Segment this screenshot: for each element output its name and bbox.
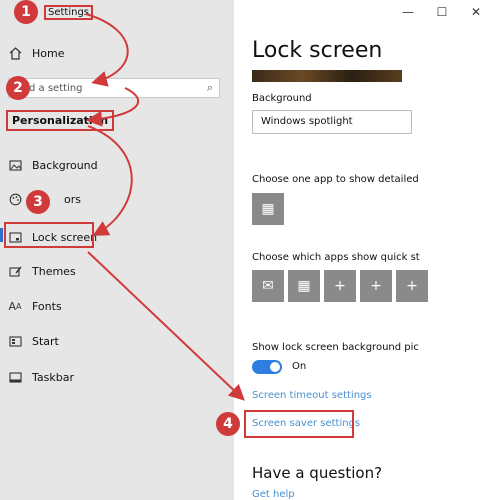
maximize-button[interactable]: ☐ xyxy=(432,4,452,20)
sidebar: Settings Home ⌕ Personalization Backgrou… xyxy=(0,0,234,500)
home-icon xyxy=(8,46,22,60)
show-background-label: Show lock screen background pic xyxy=(252,342,419,353)
background-label: Background xyxy=(252,93,312,104)
quick-app-tile-add[interactable]: + xyxy=(360,270,392,302)
sidebar-item-label: Home xyxy=(32,46,65,60)
sidebar-item-themes[interactable]: Themes xyxy=(8,260,76,282)
sidebar-item-label: Background xyxy=(32,158,98,172)
plus-icon: + xyxy=(370,278,382,294)
lock-screen-preview xyxy=(252,70,402,82)
start-icon xyxy=(8,334,22,348)
quick-app-tile-mail[interactable]: ✉ xyxy=(252,270,284,302)
sidebar-item-start[interactable]: Start xyxy=(8,330,59,352)
window-title: Settings xyxy=(44,5,94,20)
picture-icon xyxy=(8,158,22,172)
detailed-app-tile[interactable]: ▦ xyxy=(252,193,284,225)
step-badge-1: 1 xyxy=(14,0,38,24)
font-icon: AA xyxy=(8,299,22,313)
sidebar-item-background[interactable]: Background xyxy=(8,154,98,176)
sidebar-item-label: Themes xyxy=(32,264,76,278)
plus-icon: + xyxy=(406,278,418,294)
main-content: — ☐ ✕ Lock screen Background Windows spo… xyxy=(234,0,494,500)
quick-app-tile-calendar[interactable]: ▦ xyxy=(288,270,320,302)
show-background-toggle[interactable] xyxy=(252,360,282,374)
search-input[interactable] xyxy=(9,81,201,95)
screen-saver-highlight xyxy=(244,410,354,438)
detailed-status-label: Choose one app to show detailed xyxy=(252,174,419,185)
active-indicator xyxy=(0,228,3,242)
sidebar-item-label: Taskbar xyxy=(32,370,74,384)
quick-app-tile-add[interactable]: + xyxy=(396,270,428,302)
step-badge-3: 3 xyxy=(26,190,50,214)
search-box[interactable]: ⌕ xyxy=(8,78,220,98)
quick-status-label: Choose which apps show quick st xyxy=(252,252,420,263)
sidebar-item-home[interactable]: Home xyxy=(8,42,64,64)
taskbar-icon xyxy=(8,370,22,384)
step-badge-2: 2 xyxy=(6,76,30,100)
page-title: Lock screen xyxy=(252,38,383,63)
toggle-knob xyxy=(270,362,280,372)
quick-app-tile-add[interactable]: + xyxy=(324,270,356,302)
step-badge-4: 4 xyxy=(216,412,240,436)
mail-icon: ✉ xyxy=(262,278,274,294)
close-button[interactable]: ✕ xyxy=(466,4,486,20)
plus-icon: + xyxy=(334,278,346,294)
sidebar-item-label: Fonts xyxy=(32,299,62,313)
calendar-icon: ▦ xyxy=(261,201,275,217)
brush-icon xyxy=(8,264,22,278)
toggle-state-label: On xyxy=(292,361,307,372)
lock-screen-highlight xyxy=(4,222,94,248)
sidebar-item-label: Start xyxy=(32,334,59,348)
background-dropdown[interactable]: Windows spotlight xyxy=(252,110,412,134)
calendar-icon: ▦ xyxy=(297,278,311,294)
section-header-personalization: Personalization xyxy=(6,110,115,131)
sidebar-item-taskbar[interactable]: Taskbar xyxy=(8,366,74,388)
palette-icon xyxy=(8,192,22,206)
get-help-link[interactable]: Get help xyxy=(252,489,295,500)
minimize-button[interactable]: — xyxy=(398,4,418,20)
screen-timeout-link[interactable]: Screen timeout settings xyxy=(252,390,372,401)
search-icon[interactable]: ⌕ xyxy=(201,81,219,95)
sidebar-item-label: ors xyxy=(64,192,81,206)
question-heading: Have a question? xyxy=(252,464,383,482)
sidebar-item-fonts[interactable]: AA Fonts xyxy=(8,295,62,317)
